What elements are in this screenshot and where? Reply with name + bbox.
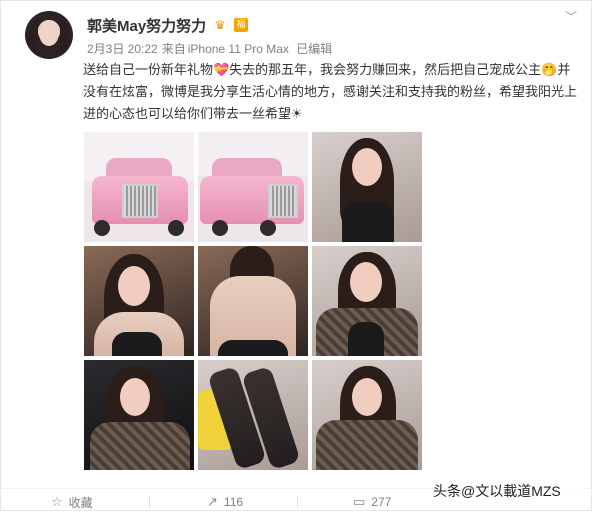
gallery-image-2[interactable]	[198, 132, 308, 242]
comment-button[interactable]: ▭ 277	[353, 493, 391, 511]
device-source[interactable]: iPhone 11 Pro Max	[188, 42, 289, 56]
comment-icon: ▭	[353, 494, 366, 510]
fur-coat	[316, 420, 418, 470]
face	[352, 148, 382, 186]
gallery-image-4[interactable]	[84, 246, 194, 356]
star-icon: ☆	[51, 494, 63, 510]
source-prefix: 来自	[161, 42, 186, 56]
gallery-image-5[interactable]	[198, 246, 308, 356]
username[interactable]: 郭美May努力努力	[87, 15, 206, 36]
edited-label[interactable]: 已编辑	[296, 42, 332, 56]
divider	[149, 496, 150, 508]
chevron-down-icon[interactable]: ﹀	[563, 9, 579, 25]
avatar-face	[39, 20, 59, 46]
car-grille	[122, 184, 158, 218]
car-wheel	[260, 220, 276, 236]
gallery-image-1[interactable]	[84, 132, 194, 242]
weibo-post-card: 郭美May努力努力 ♛ 福 ﹀ 2月3日 20:22 来自 iPhone 11 Pr…	[0, 0, 592, 511]
crown-badge-icon[interactable]: ♛	[211, 18, 229, 32]
repost-button[interactable]: ↗ 116	[207, 493, 243, 511]
car-wheel	[212, 220, 228, 236]
avatar[interactable]	[25, 11, 73, 59]
favorite-label: 收藏	[68, 495, 93, 510]
post-meta: 2月3日 20:22 来自 iPhone 11 Pro Max 已编辑	[87, 40, 336, 57]
divider	[297, 496, 298, 508]
face	[118, 266, 150, 306]
car-wheel	[168, 220, 184, 236]
car-wheel	[94, 220, 110, 236]
favorite-button[interactable]: ☆ 收藏	[51, 493, 93, 511]
top	[342, 202, 394, 242]
vip-badge[interactable]: 福	[234, 18, 249, 32]
watermark: 头条@文以載道MZS	[433, 479, 583, 503]
repost-icon: ↗	[207, 494, 218, 510]
car-grille	[268, 184, 298, 218]
post-text: 送给自己一份新年礼物💝失去的那五年，我会努力赚回来，然后把自己宠成公主🤭并没有在…	[83, 62, 578, 121]
repost-count: 116	[223, 495, 244, 509]
name-row: 郭美May努力努力 ♛ 福	[87, 15, 249, 36]
post-date[interactable]: 2月3日 20:22	[87, 42, 158, 56]
gallery-image-7[interactable]	[84, 360, 194, 470]
face	[352, 378, 382, 416]
gallery-image-8[interactable]	[198, 360, 308, 470]
gallery-image-3[interactable]	[312, 132, 422, 242]
top	[218, 340, 288, 356]
image-gallery	[84, 132, 422, 472]
face	[120, 378, 150, 416]
face	[350, 262, 382, 302]
gallery-image-6[interactable]	[312, 246, 422, 356]
gallery-image-9[interactable]	[312, 360, 422, 470]
fur-coat	[90, 422, 190, 470]
top	[348, 322, 384, 356]
comment-count: 277	[371, 495, 392, 509]
top	[112, 332, 162, 356]
